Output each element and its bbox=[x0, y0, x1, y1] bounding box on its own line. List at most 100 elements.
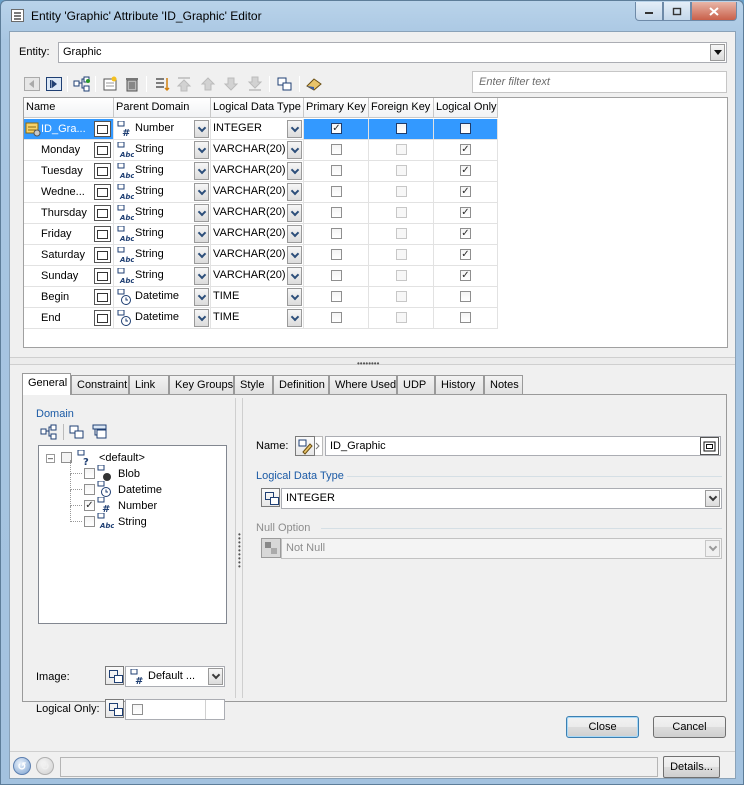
logical-only-checkbox[interactable]: ✓ bbox=[460, 228, 471, 239]
primary-key-checkbox[interactable] bbox=[331, 186, 342, 197]
logical-only-checkbox[interactable]: ✓ bbox=[460, 249, 471, 260]
name-cell[interactable]: Begin bbox=[24, 287, 114, 308]
table-row[interactable]: Wedne... Abc String VARCHAR(20) ✓ bbox=[24, 182, 498, 203]
chevron-down-icon[interactable] bbox=[705, 490, 720, 507]
name-cell[interactable]: Saturday bbox=[24, 245, 114, 266]
tab-key-groups[interactable]: Key Groups bbox=[169, 375, 234, 394]
nav-last-icon[interactable] bbox=[45, 75, 63, 93]
table-row[interactable]: ID_Gra... # Number INTEGER ✓ bbox=[24, 119, 498, 140]
chevron-down-icon[interactable] bbox=[287, 183, 302, 201]
reorder-icon[interactable] bbox=[153, 75, 171, 93]
table-row[interactable]: Sunday Abc String VARCHAR(20) ✓ bbox=[24, 266, 498, 287]
primary-key-checkbox[interactable] bbox=[331, 270, 342, 281]
name-cell[interactable]: End bbox=[24, 308, 114, 329]
parent-domain-cell[interactable]: Datetime bbox=[114, 308, 211, 329]
tab-link[interactable]: Link bbox=[129, 375, 169, 394]
logical-data-type-cell[interactable]: INTEGER bbox=[211, 119, 304, 140]
logical-data-type-cell[interactable]: TIME bbox=[211, 287, 304, 308]
primary-key-checkbox[interactable] bbox=[331, 312, 342, 323]
chevron-down-icon[interactable] bbox=[194, 141, 209, 159]
logical-data-type-cell[interactable]: VARCHAR(20) bbox=[211, 140, 304, 161]
nav-first-icon[interactable] bbox=[23, 75, 41, 93]
column-header-foreign-key[interactable]: Foreign Key bbox=[369, 98, 434, 118]
logical-only-checkbox[interactable] bbox=[460, 123, 471, 134]
parent-domain-cell[interactable]: # Number bbox=[114, 119, 211, 140]
chevron-down-icon[interactable] bbox=[287, 288, 302, 306]
name-cell[interactable]: Sunday bbox=[24, 266, 114, 287]
vertical-splitter[interactable]: • • • • • • • • • bbox=[235, 398, 243, 698]
chevron-down-icon[interactable] bbox=[287, 309, 302, 327]
logical-data-type-cell[interactable]: TIME bbox=[211, 308, 304, 329]
move-down-icon[interactable] bbox=[222, 75, 240, 93]
expand-arrow-icon[interactable] bbox=[315, 436, 323, 456]
foreign-key-checkbox[interactable] bbox=[396, 207, 407, 218]
move-bottom-icon[interactable] bbox=[246, 75, 264, 93]
logical-only-checkbox[interactable] bbox=[460, 312, 471, 323]
chevron-down-icon[interactable] bbox=[287, 162, 302, 180]
primary-key-checkbox[interactable] bbox=[331, 144, 342, 155]
parent-domain-cell[interactable]: Abc String bbox=[114, 140, 211, 161]
table-row[interactable]: Friday Abc String VARCHAR(20) ✓ bbox=[24, 224, 498, 245]
title-bar[interactable]: Entity 'Graphic' Attribute 'ID_Graphic' … bbox=[1, 1, 743, 31]
chevron-down-icon[interactable] bbox=[194, 204, 209, 222]
tree-checkbox[interactable] bbox=[84, 516, 95, 527]
attribute-options-icon[interactable] bbox=[94, 205, 111, 221]
name-input[interactable]: ID_Graphic bbox=[325, 436, 721, 456]
image-combo[interactable]: # Default ... bbox=[125, 666, 225, 687]
foreign-key-checkbox[interactable] bbox=[396, 144, 407, 155]
name-cell[interactable]: Tuesday bbox=[24, 161, 114, 182]
logical-data-type-cell[interactable]: VARCHAR(20) bbox=[211, 224, 304, 245]
primary-key-checkbox[interactable] bbox=[331, 249, 342, 260]
logical-data-type-combo[interactable]: INTEGER bbox=[281, 488, 722, 509]
foreign-key-checkbox[interactable] bbox=[396, 123, 407, 134]
column-header-primary-key[interactable]: Primary Key bbox=[304, 98, 369, 118]
logical-only-checkbox[interactable]: ✓ bbox=[460, 186, 471, 197]
chevron-down-icon[interactable] bbox=[287, 225, 302, 243]
table-row[interactable]: End Datetime TIME bbox=[24, 308, 498, 329]
tab-style[interactable]: Style bbox=[234, 375, 273, 394]
chevron-down-icon[interactable] bbox=[194, 246, 209, 264]
logical-only-checkbox[interactable]: ✓ bbox=[460, 144, 471, 155]
move-top-icon[interactable] bbox=[175, 75, 193, 93]
parent-domain-cell[interactable]: Datetime bbox=[114, 287, 211, 308]
logical-only-checkbox[interactable]: ✓ bbox=[460, 207, 471, 218]
entity-combo[interactable]: Graphic bbox=[58, 42, 727, 63]
tab-constraint[interactable]: Constraint bbox=[71, 375, 129, 394]
collapse-icon[interactable]: – bbox=[46, 454, 55, 463]
tab-where-used[interactable]: Where Used bbox=[329, 375, 397, 394]
close-button[interactable]: Close bbox=[566, 716, 639, 738]
foreign-key-checkbox[interactable] bbox=[396, 270, 407, 281]
horizontal-splitter[interactable]: •••••••• bbox=[10, 357, 735, 368]
attribute-options-icon[interactable] bbox=[94, 268, 111, 284]
chevron-down-icon[interactable] bbox=[194, 225, 209, 243]
attribute-options-icon[interactable] bbox=[94, 247, 111, 263]
name-cell[interactable]: Friday bbox=[24, 224, 114, 245]
parent-domain-cell[interactable]: Abc String bbox=[114, 182, 211, 203]
chevron-down-icon[interactable] bbox=[287, 246, 302, 264]
chevron-down-icon[interactable] bbox=[194, 120, 209, 138]
filter-input[interactable]: Enter filter text bbox=[472, 71, 727, 93]
logical-only-checkbox[interactable] bbox=[132, 704, 143, 715]
logical-only-checkbox[interactable]: ✓ bbox=[460, 165, 471, 176]
hierarchy-icon[interactable] bbox=[73, 75, 91, 93]
new-domain-icon[interactable] bbox=[69, 424, 87, 440]
name-cell[interactable]: Monday bbox=[24, 140, 114, 161]
name-options-icon[interactable] bbox=[700, 437, 719, 455]
name-cell[interactable]: Wedne... bbox=[24, 182, 114, 203]
logical-data-type-cell[interactable]: VARCHAR(20) bbox=[211, 266, 304, 287]
maximize-icon[interactable] bbox=[663, 2, 691, 21]
minimize-icon[interactable] bbox=[635, 2, 663, 21]
eraser-icon[interactable] bbox=[305, 75, 323, 93]
primary-key-checkbox[interactable] bbox=[331, 291, 342, 302]
parent-domain-cell[interactable]: Abc String bbox=[114, 203, 211, 224]
foreign-key-checkbox[interactable] bbox=[396, 249, 407, 260]
table-row[interactable]: Thursday Abc String VARCHAR(20) ✓ bbox=[24, 203, 498, 224]
attribute-options-icon[interactable] bbox=[94, 184, 111, 200]
logical-data-type-cell[interactable]: VARCHAR(20) bbox=[211, 245, 304, 266]
attribute-options-icon[interactable] bbox=[94, 289, 111, 305]
hierarchy-icon[interactable] bbox=[40, 424, 58, 440]
attribute-options-icon[interactable] bbox=[94, 310, 111, 326]
chevron-down-icon[interactable] bbox=[194, 162, 209, 180]
chevron-down-icon[interactable] bbox=[208, 668, 223, 685]
name-cell[interactable]: ID_Gra... bbox=[24, 119, 114, 140]
